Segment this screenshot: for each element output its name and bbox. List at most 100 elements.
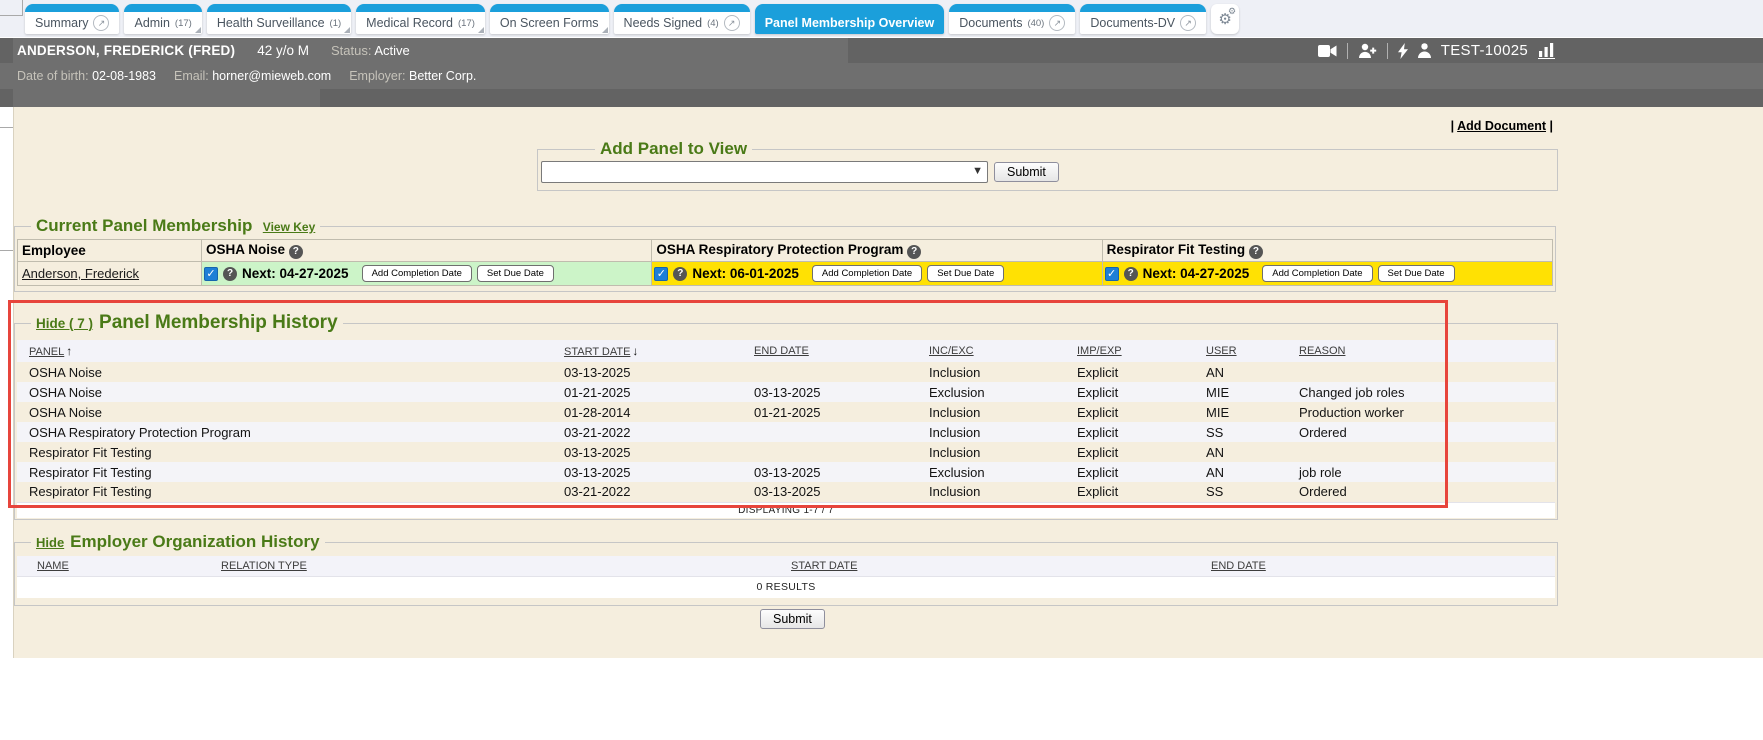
tab-on-screen-forms[interactable]: On Screen Forms — [490, 4, 609, 34]
help-icon[interactable]: ? — [1124, 267, 1138, 281]
left-strip-line — [0, 250, 13, 251]
history-header-row: PANEL ↑ START DATE ↓ END DATE INC/EXC IMP/EX… — [17, 340, 1555, 362]
history-column-inc-exc: INC/EXC — [925, 340, 1073, 362]
history-heading: Panel Membership History — [99, 312, 338, 333]
next-due-text: Next: 04-27-2025 — [242, 266, 349, 281]
history-cell: AN — [1202, 442, 1295, 462]
tab-panel-membership-overview[interactable]: Panel Membership Overview — [755, 4, 945, 34]
tab-documents-dv[interactable]: Documents-DV↗ — [1080, 4, 1206, 34]
history-cell — [750, 362, 925, 382]
employee-link[interactable]: Anderson, Frederick — [22, 266, 139, 281]
history-cell: 03-13-2025 — [750, 462, 925, 482]
history-cell: Respirator Fit Testing — [17, 482, 560, 502]
history-column-link[interactable]: END DATE — [754, 345, 809, 357]
add-person-icon[interactable] — [1358, 43, 1377, 58]
history-cell: 03-13-2025 — [750, 382, 925, 402]
history-cell: Inclusion — [925, 362, 1073, 382]
history-column-link[interactable]: USER — [1206, 345, 1237, 357]
history-column-link[interactable]: IMP/EXP — [1077, 345, 1122, 357]
email-value: horner@mieweb.com — [212, 69, 331, 83]
history-cell: Inclusion — [925, 442, 1073, 462]
add-panel-submit-button[interactable]: Submit — [994, 162, 1059, 182]
video-call-icon[interactable] — [1318, 44, 1337, 58]
history-cell: Production worker — [1295, 402, 1555, 422]
sort-asc-icon: ↑ — [66, 344, 72, 358]
help-icon[interactable]: ? — [289, 245, 303, 259]
panel-cell-respirator-fit-testing: ✓?Next: 04-27-2025Add Completion DateSet… — [1102, 262, 1552, 286]
separator: | — [1550, 119, 1554, 133]
set-due-date-button[interactable]: Set Due Date — [477, 265, 554, 282]
left-strip-line — [22, 0, 23, 16]
add-completion-date-button[interactable]: Add Completion Date — [812, 265, 922, 282]
panel-column-header: OSHA Respiratory Protection Program ? — [652, 240, 1102, 262]
employer-column-link[interactable]: END DATE — [1211, 560, 1266, 572]
tab-label: Panel Membership Overview — [765, 16, 935, 30]
history-cell: SS — [1202, 422, 1295, 442]
history-column-link[interactable]: START DATE — [564, 346, 630, 358]
employer-column-link[interactable]: NAME — [37, 560, 69, 572]
current-panel-data-row: Anderson, Frederick ✓?Next: 04-27-2025Ad… — [18, 262, 1553, 286]
menu-fold-icon — [195, 27, 201, 33]
history-column-link[interactable]: PANEL — [29, 346, 64, 358]
flash-icon[interactable] — [1398, 43, 1408, 59]
employer-history-table: NAMERELATION TYPESTART DATEEND DATE 0 RE… — [17, 556, 1555, 598]
current-panel-heading: Current Panel Membership — [36, 216, 252, 235]
history-cell: Exclusion — [925, 382, 1073, 402]
panel-column-header: Respirator Fit Testing ? — [1102, 240, 1552, 262]
panel-checkbox[interactable]: ✓ — [654, 267, 668, 281]
employer-column-name: NAME — [17, 556, 217, 576]
add-document-link[interactable]: Add Document — [1457, 119, 1546, 133]
set-due-date-button[interactable]: Set Due Date — [1378, 265, 1455, 282]
employer-column-link[interactable]: RELATION TYPE — [221, 560, 307, 572]
divider — [1347, 43, 1348, 59]
employer-history-section: Hide Employer Organization History NAME RE… — [14, 532, 1558, 606]
tab-needs-signed[interactable]: Needs Signed(4)↗ — [614, 4, 750, 34]
history-column-end-date: END DATE — [750, 340, 925, 362]
history-column-link[interactable]: INC/EXC — [929, 345, 974, 357]
sort-desc-icon: ↓ — [632, 344, 638, 358]
history-table-body: OSHA Noise03-13-2025InclusionExplicitANO… — [17, 362, 1555, 502]
help-icon[interactable]: ? — [1249, 245, 1263, 259]
history-cell: Ordered — [1295, 422, 1555, 442]
tab-summary[interactable]: Summary↗ — [25, 4, 119, 34]
settings-gear-button[interactable]: ⚙⚙ — [1211, 4, 1239, 34]
employer-column-link[interactable]: START DATE — [791, 560, 857, 572]
chart-icon[interactable] — [1538, 43, 1555, 59]
set-due-date-button[interactable]: Set Due Date — [927, 265, 1004, 282]
tab-label: Documents-DV — [1090, 16, 1175, 30]
patient-header-band-bottom — [0, 89, 1763, 107]
tab-health-surveillance[interactable]: Health Surveillance(1) — [207, 4, 351, 34]
history-cell: Explicit — [1073, 402, 1202, 422]
history-cell: 01-21-2025 — [560, 382, 750, 402]
dob-value: 02-08-1983 — [92, 69, 156, 83]
separator: | — [1451, 119, 1455, 133]
tab-list: Summary↗Admin(17)Health Surveillance(1)M… — [25, 4, 1239, 34]
status-label: Status: — [331, 43, 371, 58]
help-icon[interactable]: ? — [223, 267, 237, 281]
help-icon[interactable]: ? — [673, 267, 687, 281]
employer-hide-link[interactable]: Hide — [36, 535, 64, 550]
history-column-link[interactable]: REASON — [1299, 345, 1345, 357]
history-cell: AN — [1202, 362, 1295, 382]
history-row: OSHA Respiratory Protection Program03-21… — [17, 422, 1555, 442]
bottom-submit-button[interactable]: Submit — [760, 609, 825, 629]
add-completion-date-button[interactable]: Add Completion Date — [1262, 265, 1372, 282]
tab-label: Health Surveillance — [217, 16, 325, 30]
employer-history-heading: Employer Organization History — [70, 532, 319, 551]
tab-documents[interactable]: Documents(40)↗ — [949, 4, 1075, 34]
help-icon[interactable]: ? — [907, 245, 921, 259]
add-completion-date-button[interactable]: Add Completion Date — [362, 265, 472, 282]
tab-admin[interactable]: Admin(17) — [124, 4, 201, 34]
patient-age-sex: 42 y/o M — [257, 43, 309, 58]
tab-medical-record[interactable]: Medical Record(17) — [356, 4, 485, 34]
history-row: Respirator Fit Testing03-21-202203-13-20… — [17, 482, 1555, 502]
patient-header-band: ANDERSON, FREDERICK (FRED) 42 y/o M Stat… — [0, 38, 1763, 63]
history-cell: SS — [1202, 482, 1295, 502]
panel-checkbox[interactable]: ✓ — [204, 267, 218, 281]
history-cell: Explicit — [1073, 422, 1202, 442]
history-hide-link[interactable]: Hide ( 7 ) — [36, 316, 93, 331]
panel-checkbox[interactable]: ✓ — [1105, 267, 1119, 281]
view-key-link[interactable]: View Key — [263, 220, 315, 234]
panel-select[interactable] — [541, 161, 988, 183]
divider — [1387, 43, 1388, 59]
